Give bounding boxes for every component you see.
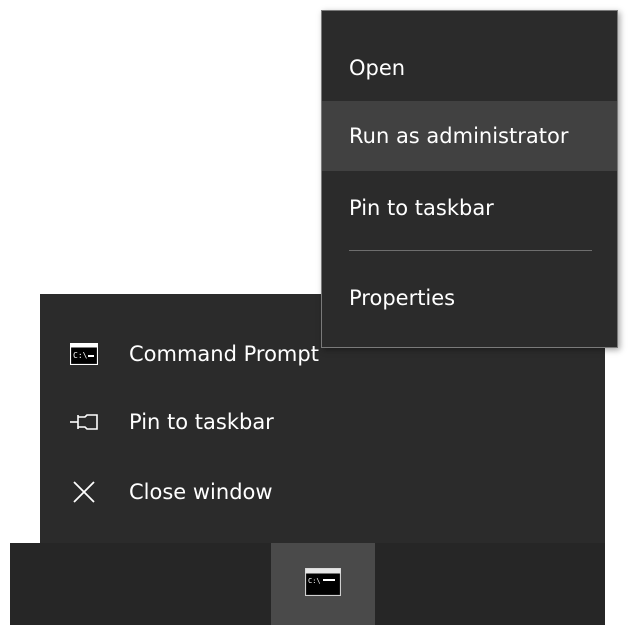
svg-text:C:\: C:\ bbox=[308, 577, 321, 585]
taskbar: C:\ bbox=[10, 543, 605, 625]
menu-item-properties[interactable]: Properties bbox=[322, 263, 617, 333]
menu-item-label: Properties bbox=[349, 286, 456, 310]
jump-list-label: Pin to taskbar bbox=[129, 410, 274, 434]
menu-item-label: Run as administrator bbox=[349, 124, 569, 148]
jump-list-label: Close window bbox=[129, 480, 273, 504]
context-menu: Open Run as administrator Pin to taskbar… bbox=[321, 10, 618, 348]
menu-separator bbox=[349, 250, 592, 251]
menu-item-label: Pin to taskbar bbox=[349, 196, 494, 220]
command-prompt-icon: C:\ bbox=[66, 336, 102, 372]
menu-item-run-as-administrator[interactable]: Run as administrator bbox=[322, 101, 617, 171]
menu-item-pin-to-taskbar[interactable]: Pin to taskbar bbox=[322, 173, 617, 243]
taskbar-button-command-prompt[interactable]: C:\ bbox=[271, 543, 375, 625]
pin-icon bbox=[66, 404, 102, 440]
jump-list-item-close-window[interactable]: Close window bbox=[40, 460, 605, 524]
jump-list-item-pin-to-taskbar[interactable]: Pin to taskbar bbox=[40, 390, 605, 454]
close-icon bbox=[66, 474, 102, 510]
jump-list-label: Command Prompt bbox=[129, 342, 319, 366]
command-prompt-icon: C:\ bbox=[304, 567, 342, 600]
svg-text:C:\: C:\ bbox=[73, 351, 88, 360]
desktop: C:\ Command Prompt Pin to taskbar Close … bbox=[0, 0, 630, 625]
menu-item-label: Open bbox=[349, 56, 406, 80]
menu-item-open[interactable]: Open bbox=[322, 33, 617, 103]
